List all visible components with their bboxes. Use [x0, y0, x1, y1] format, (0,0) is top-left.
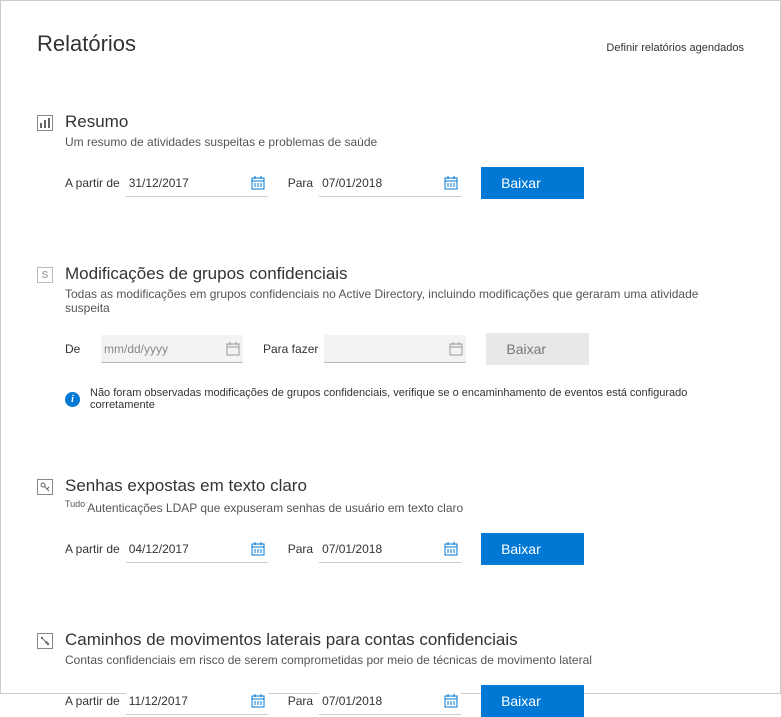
groups-to-input[interactable]: [324, 335, 466, 363]
report-passwords-desc: TudoAutenticações LDAP que expuseram sen…: [65, 499, 744, 515]
passwords-from-label: A partir de: [65, 542, 120, 556]
calendar-icon[interactable]: [444, 542, 458, 556]
lateral-from-label: A partir de: [65, 694, 120, 708]
report-summary-title: Resumo: [65, 112, 128, 132]
calendar-icon[interactable]: [251, 694, 265, 708]
calendar-icon[interactable]: [251, 542, 265, 556]
report-groups-desc: Todas as modificações em grupos confiden…: [65, 287, 744, 315]
groups-from-label: De: [65, 342, 95, 356]
calendar-icon[interactable]: [449, 342, 463, 356]
report-passwords-title: Senhas expostas em texto claro: [65, 476, 307, 496]
groups-from-input[interactable]: mm/dd/yyyy: [101, 335, 243, 363]
page-title: Relatórios: [37, 31, 136, 57]
summary-to-input[interactable]: 07/01/2018: [319, 169, 461, 197]
report-lateral-desc: Contas confidenciais em risco de serem c…: [65, 653, 744, 667]
groups-to-label: Para fazer: [263, 342, 318, 356]
lateral-to-input[interactable]: 07/01/2018: [319, 687, 461, 715]
report-summary: Resumo Um resumo de atividades suspeitas…: [37, 112, 744, 199]
bar-chart-icon: [37, 115, 53, 131]
key-icon: [37, 479, 53, 495]
summary-from-input[interactable]: 31/12/2017: [126, 169, 268, 197]
lateral-icon: [37, 633, 53, 649]
report-summary-desc: Um resumo de atividades suspeitas e prob…: [65, 135, 744, 149]
passwords-from-input[interactable]: 04/12/2017: [126, 535, 268, 563]
info-icon: i: [65, 392, 80, 407]
summary-from-label: A partir de: [65, 176, 120, 190]
groups-info-text: Não foram observadas modificações de gru…: [90, 387, 744, 411]
summary-to-label: Para: [288, 176, 313, 190]
lateral-from-input[interactable]: 11/12/2017: [126, 687, 268, 715]
calendar-icon[interactable]: [226, 342, 240, 356]
report-passwords: Senhas expostas em texto claro TudoAuten…: [37, 476, 744, 565]
lateral-download-button[interactable]: Baixar: [481, 685, 584, 717]
passwords-to-input[interactable]: 07/01/2018: [319, 535, 461, 563]
report-groups-title: Modificações de grupos confidenciais: [65, 264, 348, 284]
calendar-icon[interactable]: [444, 176, 458, 190]
s-icon: S: [37, 267, 53, 283]
schedule-reports-link[interactable]: Definir relatórios agendados: [606, 42, 744, 54]
report-lateral: Caminhos de movimentos laterais para con…: [37, 630, 744, 717]
summary-download-button[interactable]: Baixar: [481, 167, 584, 199]
calendar-icon[interactable]: [444, 694, 458, 708]
groups-download-button: Baixar: [486, 333, 589, 365]
report-lateral-title: Caminhos de movimentos laterais para con…: [65, 630, 518, 650]
calendar-icon[interactable]: [251, 176, 265, 190]
lateral-to-label: Para: [288, 694, 313, 708]
passwords-download-button[interactable]: Baixar: [481, 533, 584, 565]
passwords-to-label: Para: [288, 542, 313, 556]
report-groups: S Modificações de grupos confidenciais T…: [37, 264, 744, 411]
